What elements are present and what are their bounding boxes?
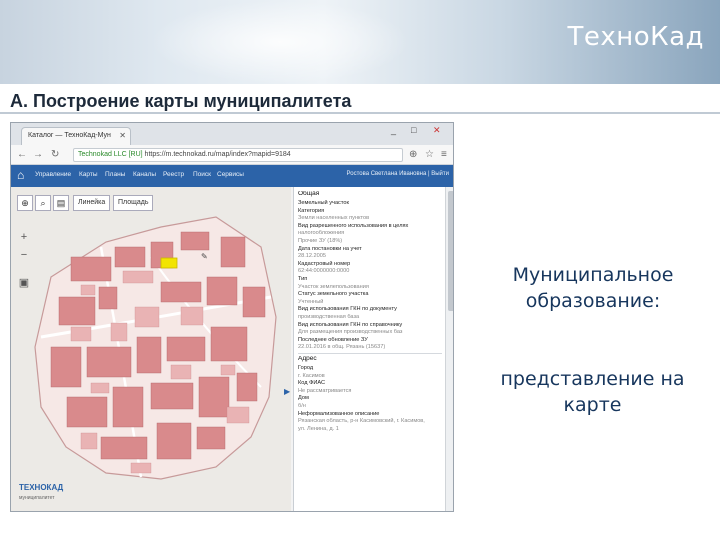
menu-item-kanaly[interactable]: Каналы xyxy=(133,171,156,178)
maximize-icon[interactable]: □ xyxy=(411,125,416,135)
selected-parcel[interactable] xyxy=(160,257,178,269)
panel-row-value: 22.01.2016 в общ. Рязань (15637) xyxy=(298,344,386,351)
tab-title: Каталог — ТехноКад-Мун xyxy=(28,132,111,139)
menu-item-plany[interactable]: Планы xyxy=(105,171,125,178)
panel-scrollbar[interactable] xyxy=(445,187,453,511)
zoom-in-button[interactable]: + xyxy=(17,231,31,245)
panel-divider xyxy=(298,353,442,354)
panel-row-label: Город xyxy=(298,365,314,371)
browser-tab-bar: Каталог — ТехноКад-Мун ✕ _ □ ✕ xyxy=(11,123,453,145)
panel-row-value: Земли населенных пунктов xyxy=(298,215,370,222)
minimize-icon[interactable]: _ xyxy=(391,125,396,135)
panel-row-label: Земельный участок xyxy=(298,200,349,206)
panel-row-value: производственная база xyxy=(298,314,360,320)
back-icon[interactable]: ← xyxy=(17,149,27,160)
star-icon[interactable]: ☆ xyxy=(425,149,434,160)
caption-main: Муниципальное образование: xyxy=(512,264,674,312)
close-tab-icon[interactable]: ✕ xyxy=(119,131,126,140)
panel-row-label: Код ФИАС xyxy=(298,380,325,387)
banner-glow xyxy=(150,0,410,84)
search-icon[interactable]: ⌕ xyxy=(35,195,51,211)
panel-row-label: Дом xyxy=(298,395,309,402)
url-input[interactable]: Technokad LLC [RU] https://m.technokad.r… xyxy=(73,148,403,162)
panel-row-label: Кадастровый номер xyxy=(298,260,351,267)
url-text: https://m.technokad.ru/map/index?mapid=9… xyxy=(144,151,291,158)
browser-tab[interactable]: Каталог — ТехноКад-Мун ✕ xyxy=(21,127,131,145)
panel-row-value: налогообложения xyxy=(298,230,345,237)
panel-row-label: Статус земельного участка xyxy=(298,291,369,298)
panel-row-label: Вид разрешенного использования в целях xyxy=(298,222,409,229)
menu-item-poisk[interactable]: Поиск xyxy=(193,171,211,178)
print-icon[interactable]: ▤ xyxy=(53,195,69,211)
map-canvas: ✎ xyxy=(34,216,277,480)
app-logo-icon[interactable]: ⌂ xyxy=(17,168,24,182)
panel-row-value: г. Касимов xyxy=(298,372,325,379)
panel-row-edit[interactable]: Прочие ЗУ (18%) xyxy=(298,238,444,245)
info-panel: Общая Земельный участок Категория Земли нас… xyxy=(293,187,445,511)
panel-row-label: Дата постановки на учет xyxy=(298,245,362,252)
map-logo-sub: муниципалитет xyxy=(19,495,55,501)
panel-row-label: Последнее обновление ЗУ xyxy=(298,336,368,343)
panel-row-label: Вид использования ГКН по справочнику xyxy=(298,321,403,328)
url-security-label: Technokad LLC [RU] xyxy=(78,151,143,158)
panel-row-value: 62:44:0000000:0000 xyxy=(298,268,350,275)
panel-row-value: Не рассматривается xyxy=(298,387,352,394)
map-view[interactable]: ✎ ⊕ ⌕ ▤ Линейка Площадь + − ▣ ТЕХНОКАД м… xyxy=(11,187,291,511)
panel-row-value: 28.12.2005 xyxy=(298,253,326,260)
panel-row-value: Для размещения производственных баз xyxy=(298,329,403,336)
area-tab[interactable]: Площадь xyxy=(113,195,154,211)
panel-row-label: Вид использования ГКН по документу xyxy=(298,306,397,313)
caption-sub: представление на карте xyxy=(500,368,685,416)
panel-row-value: ул. Ленина, д. 1 xyxy=(298,425,339,432)
browser-screenshot: Каталог — ТехноКад-Мун ✕ _ □ ✕ ← → ↻ Tec… xyxy=(10,122,454,512)
panel-row-section: Адрес xyxy=(298,356,317,362)
menu-item-karty[interactable]: Карты xyxy=(79,171,98,178)
panel-row-value: б/н xyxy=(298,403,306,409)
scroll-thumb[interactable] xyxy=(448,191,453,311)
forward-icon[interactable]: → xyxy=(33,149,43,160)
panel-row-section: Общая xyxy=(298,191,320,197)
ruler-tab[interactable]: Линейка xyxy=(73,195,111,211)
zoom-icon[interactable]: ⊕ xyxy=(409,149,417,160)
panel-row-label: Неформализованное описание xyxy=(298,410,380,417)
close-window-icon[interactable]: ✕ xyxy=(433,125,441,136)
slide-title: А. Построение карты муниципалитета xyxy=(10,91,352,111)
panel-row-value: Учтенный xyxy=(298,298,324,305)
menu-item-reestr[interactable]: Реестр xyxy=(163,171,184,178)
map-logo: ТЕХНОКАД xyxy=(19,483,64,492)
brand-logo: ТехноКад xyxy=(567,22,704,52)
reload-icon[interactable]: ↻ xyxy=(51,149,59,160)
panel-toggle-icon[interactable]: ▶ xyxy=(284,387,290,396)
edit-pencil-icon: ✎ xyxy=(201,252,208,261)
menu-item-upravlenie[interactable]: Управление xyxy=(35,171,71,178)
menu-icon[interactable]: ≡ xyxy=(441,149,447,160)
menu-item-servisy[interactable]: Сервисы xyxy=(217,171,244,178)
panel-row-label: Категория xyxy=(298,207,325,214)
user-info[interactable]: Ростова Светлана Ивановна | Выйти xyxy=(347,171,450,177)
panel-row-label: Тип xyxy=(298,276,308,282)
save-icon[interactable]: ▣ xyxy=(17,277,31,291)
panel-row-value: Участок землепользования xyxy=(298,283,369,290)
zoom-out-button[interactable]: − xyxy=(17,249,31,263)
zoom-tool-icon[interactable]: ⊕ xyxy=(17,195,33,211)
panel-row-value: Рязанская область, р-н Касимовский, г. К… xyxy=(298,418,425,425)
app-navbar: ⌂ Управление Карты Планы Каналы Реестр П… xyxy=(11,165,453,187)
address-bar: ← → ↻ Technokad LLC [RU] https://m.techn… xyxy=(11,145,453,165)
